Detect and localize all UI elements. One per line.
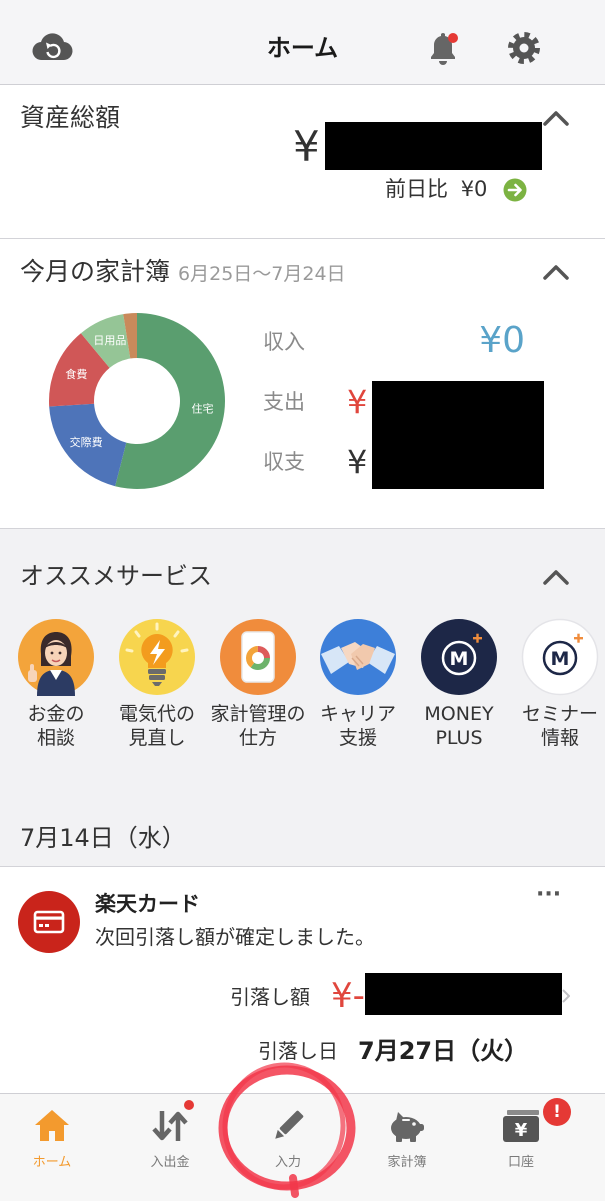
total-assets-title: 資産総額 [20,103,121,132]
arrow-right-circle-icon [503,178,527,202]
app-header: ホーム [0,0,605,85]
credit-card-icon [18,891,80,953]
monthly-budget-title: 今月の家計簿 6月25日〜7月24日 [20,254,346,292]
tab-label: 家計簿 [387,1155,427,1170]
service-label-line1: 家計管理の [210,703,306,725]
tab-household-book[interactable]: 家計簿 [352,1094,462,1201]
expense-label: 支出 [263,390,305,414]
income-label: 収入 [263,330,305,354]
service-label-line2: PLUS [435,727,483,749]
consultation-woman-icon [18,619,94,696]
timeline-date-heading: 7月14日（水） [20,824,186,852]
day-compare: 前日比 ¥0 [385,174,487,204]
services-carousel[interactable]: お金の 相談 電気代の 見直し 家計管理の 仕方 キャリア 支援 M MONEY… [0,600,605,770]
balance-currency: ¥ [347,443,368,481]
handshake-icon [320,619,396,695]
service-career-support[interactable]: キャリア 支援 [308,618,408,768]
monthly-budget-heading: 今月の家計簿 [20,257,171,286]
service-label-line1: 電気代の [118,703,195,725]
day-compare-label: 前日比 [385,177,448,201]
service-label-line1: キャリア [319,703,396,725]
service-label-line1: お金の [27,703,85,725]
slice-label: 食費 [65,367,87,381]
balance-label: 収支 [263,450,305,474]
service-label-line2: 仕方 [238,727,277,749]
redacted-total-assets [325,122,542,170]
home-icon [35,1110,69,1141]
withdrawal-date-value: 7月27日（火） [358,1037,529,1065]
transfer-arrows-icon [152,1111,188,1141]
seminar-logo-letter: M [551,648,570,670]
more-options-button[interactable]: ··· [536,882,561,908]
chevron-up-icon[interactable] [542,263,570,281]
tab-transactions[interactable]: 入出金 [115,1094,225,1201]
lightbulb-icon [119,619,195,695]
service-money-plus[interactable]: M MONEY PLUS [409,618,509,768]
tab-label: 入力 [274,1155,301,1170]
income-value: ¥0 [479,320,525,361]
slice-label: 住宅 [191,401,213,415]
tab-label: ホーム [32,1155,72,1170]
bottom-tab-bar: ホーム 入出金 入力 家計簿 ¥ ! 口座 [0,1093,605,1201]
service-label-line2: 相談 [36,727,75,749]
total-assets-currency: ¥ [293,122,320,171]
slice-label: 日用品 [93,334,126,347]
chevron-up-icon[interactable] [542,109,570,127]
pencil-icon [275,1110,304,1139]
service-label-line1: セミナー [521,703,598,725]
redacted-expense-balance [372,381,544,489]
notice-title: 楽天カード [95,892,200,916]
service-label-line2: 見直し [128,727,186,749]
accounts-alert-badge: ! [543,1098,571,1126]
budget-period: 6月25日〜7月24日 [178,263,346,285]
chevron-up-icon[interactable] [542,568,570,586]
service-label-line1: MONEY [424,703,494,725]
notice-message: 次回引落し額が確定しました。 [95,925,375,949]
tab-input[interactable]: 入力 [233,1094,343,1201]
tab-home[interactable]: ホーム [0,1094,107,1201]
tab-accounts[interactable]: ¥ ! 口座 [466,1094,576,1201]
service-label-line2: 情報 [540,727,579,749]
new-activity-dot [184,1100,194,1110]
account-card-glyph: ¥ [515,1120,528,1141]
gear-icon[interactable] [507,31,541,65]
withdrawal-amount-label: 引落し額 [230,985,310,1009]
redacted-withdrawal-amount [365,973,562,1015]
expense-donut-chart[interactable]: 住宅交際費 食費 日用品 [45,309,229,493]
household-phone-icon [220,619,296,695]
money-plus-logo: M [421,619,497,695]
service-electricity-review[interactable]: 電気代の 見直し [107,618,207,768]
service-seminar-info[interactable]: M セミナー 情報 [510,618,605,768]
bell-icon[interactable] [426,30,460,66]
notification-dot [448,33,458,43]
withdrawal-date-label: 引落し日 [258,1039,338,1063]
withdrawal-amount-currency: ¥- [331,976,365,1016]
tab-label: 口座 [507,1155,534,1170]
money-plus-logo-letter: M [450,648,469,670]
slice-label: 交際費 [70,435,103,449]
tab-label: 入出金 [150,1155,190,1170]
service-money-consultation[interactable]: お金の 相談 [6,618,106,768]
seminar-logo: M [521,618,599,696]
day-compare-value: ¥0 [460,177,488,201]
piggy-bank-icon [391,1112,424,1142]
expense-currency: ¥ [347,383,368,421]
service-label-line2: 支援 [338,727,377,749]
services-title: オススメサービス [20,562,212,590]
account-card-icon: ¥ [503,1110,539,1142]
service-household-management[interactable]: 家計管理の 仕方 [208,618,308,768]
chevron-right-icon[interactable] [562,989,570,1003]
